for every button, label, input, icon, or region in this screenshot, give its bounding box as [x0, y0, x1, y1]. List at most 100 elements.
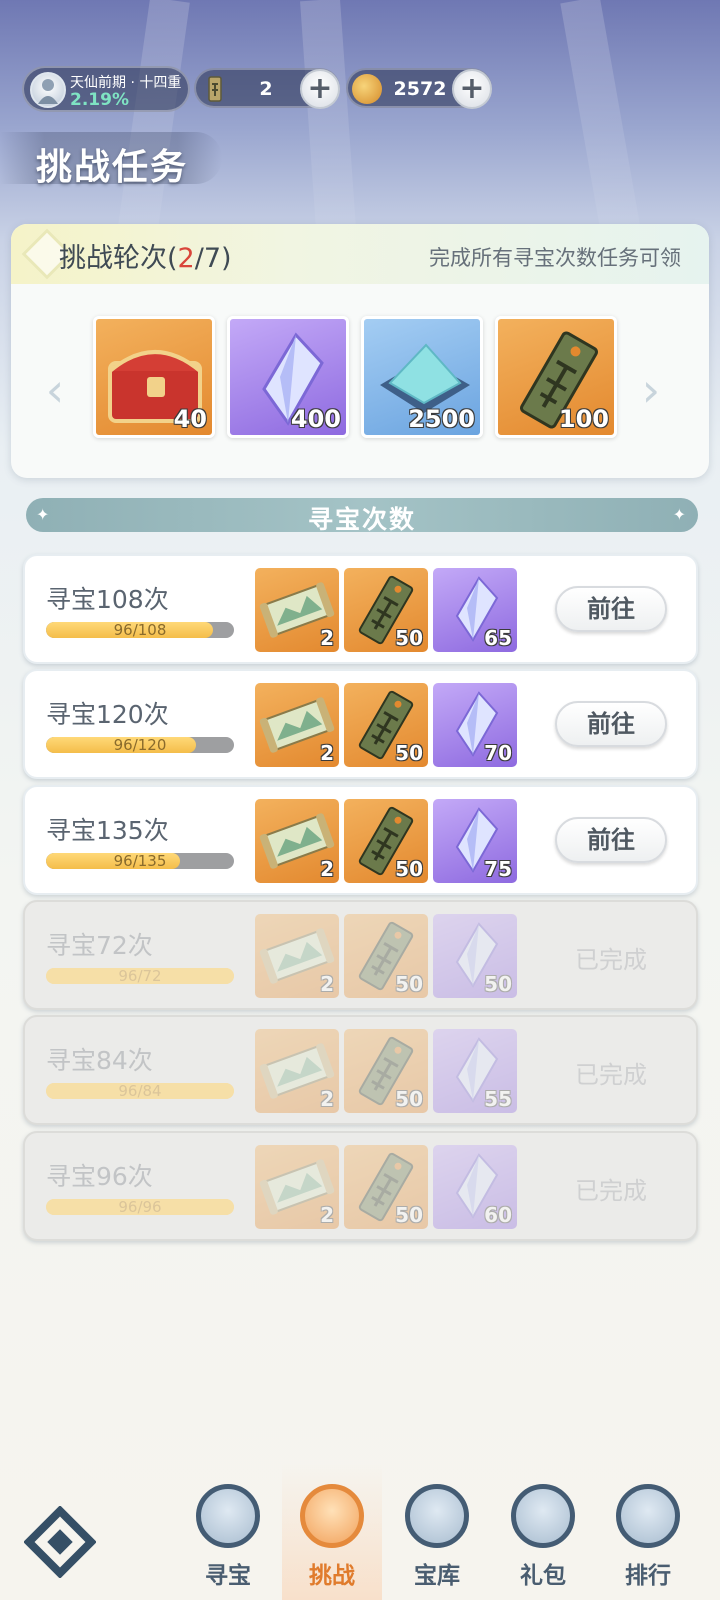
reward-count: 2: [320, 626, 334, 650]
go-button[interactable]: 前往: [555, 817, 667, 863]
token-icon: [200, 74, 230, 104]
nav-label: 寻宝: [205, 1563, 251, 1589]
progress-bar: 96/72: [46, 968, 234, 984]
menu-logo-icon[interactable]: [23, 1505, 97, 1579]
realm-badge[interactable]: 天仙前期 · 十四重 2.19%: [22, 66, 190, 112]
reward-count: 100: [558, 405, 609, 433]
reward-token[interactable]: 100: [495, 316, 617, 438]
task-row: 寻宝84次 96/84 2 50 55 已完成: [23, 1015, 698, 1125]
challenge-round-card: 挑战轮次(2/7) 完成所有寻宝次数任务可领 ‹ › 40 400 2500 1…: [11, 224, 709, 478]
avatar: [30, 72, 66, 108]
reward-count: 50: [395, 1203, 423, 1227]
task-row: 寻宝72次 96/72 2 50 50 已完成: [23, 900, 698, 1010]
reward-count: 50: [395, 626, 423, 650]
task-row: 寻宝108次 96/108 2 50 65 前往: [23, 554, 698, 664]
completed-label: 已完成: [575, 946, 647, 974]
reward-count: 2: [320, 972, 334, 996]
reward-scroll[interactable]: 2: [255, 568, 339, 652]
task-name: 寻宝72次: [46, 931, 153, 960]
reward-crystal[interactable]: 70: [433, 683, 517, 767]
realm-name: 天仙前期 · 十四重: [70, 75, 182, 91]
reward-count: 55: [484, 1087, 512, 1111]
reward-count: 2: [320, 1203, 334, 1227]
reward-crystal[interactable]: 55: [433, 1029, 517, 1113]
chevron-left-icon[interactable]: ‹: [35, 360, 75, 420]
round-header: 挑战轮次(2/7) 完成所有寻宝次数任务可领: [11, 224, 709, 284]
progress-text: 96/84: [118, 1083, 162, 1099]
task-name: 寻宝96次: [46, 1162, 153, 1191]
progress-bar: 96/135: [46, 853, 234, 869]
reward-scroll[interactable]: 2: [255, 914, 339, 998]
task-row: 寻宝120次 96/120 2 50 70 前往: [23, 669, 698, 779]
coin-resource: 2572 +: [346, 68, 492, 109]
reward-count: 50: [395, 741, 423, 765]
go-button[interactable]: 前往: [555, 701, 667, 747]
reward-crystal[interactable]: 75: [433, 799, 517, 883]
reward-scroll[interactable]: 2: [255, 1029, 339, 1113]
reward-count: 50: [395, 857, 423, 881]
reward-token[interactable]: 50: [344, 914, 428, 998]
reward-scroll[interactable]: 2: [255, 1145, 339, 1229]
section-header: ✦ 寻宝次数 ✦: [26, 498, 698, 534]
ranking-icon: [616, 1484, 680, 1548]
reward-scroll[interactable]: 2: [255, 683, 339, 767]
progress-text: 96/72: [118, 968, 162, 984]
reward-count: 50: [484, 972, 512, 996]
reward-count: 2: [320, 1087, 334, 1111]
reward-token[interactable]: 50: [344, 683, 428, 767]
reward-count: 65: [484, 626, 512, 650]
reward-count: 70: [484, 741, 512, 765]
section-title: 寻宝次数: [307, 505, 416, 534]
nav-label: 排行: [625, 1563, 671, 1589]
reward-crystal[interactable]: 65: [433, 568, 517, 652]
chevron-right-icon[interactable]: ›: [631, 360, 671, 420]
reward-jade-mound[interactable]: 2500: [361, 316, 483, 438]
vault-icon: [405, 1484, 469, 1548]
reward-token[interactable]: 50: [344, 568, 428, 652]
challenge-icon: [300, 1484, 364, 1548]
reward-chest[interactable]: 40: [93, 316, 215, 438]
go-button[interactable]: 前往: [555, 586, 667, 632]
reward-count: 60: [484, 1203, 512, 1227]
add-coin-button[interactable]: +: [452, 69, 492, 109]
reward-crystal[interactable]: 400: [227, 316, 349, 438]
task-name: 寻宝120次: [46, 700, 169, 729]
reward-count: 400: [290, 405, 341, 433]
progress-text: 96/120: [113, 737, 167, 753]
reward-token[interactable]: 50: [344, 799, 428, 883]
nav-label: 挑战: [309, 1563, 355, 1589]
reward-crystal[interactable]: 60: [433, 1145, 517, 1229]
progress-bar: 96/120: [46, 737, 234, 753]
reward-count: 50: [395, 1087, 423, 1111]
task-row: 寻宝135次 96/135 2 50 75 前往: [23, 785, 698, 895]
completed-label: 已完成: [575, 1177, 647, 1205]
reward-count: 2500: [408, 405, 475, 433]
nav-label: 礼包: [520, 1563, 566, 1589]
nav-item-gift-pack[interactable]: 礼包: [493, 1464, 593, 1600]
progress-text: 96/96: [118, 1199, 162, 1215]
bottom-nav: 寻宝 挑战 宝库 礼包 排行: [0, 1464, 720, 1600]
token-resource: 2 +: [194, 68, 340, 109]
nav-item-ranking[interactable]: 排行: [598, 1464, 698, 1600]
reward-crystal[interactable]: 50: [433, 914, 517, 998]
progress-bar: 96/84: [46, 1083, 234, 1099]
progress-text: 96/135: [113, 853, 167, 869]
reward-token[interactable]: 50: [344, 1145, 428, 1229]
progress-bar: 96/96: [46, 1199, 234, 1215]
token-count: 2: [259, 78, 273, 100]
treasure-hunt-icon: [196, 1484, 260, 1548]
reward-token[interactable]: 50: [344, 1029, 428, 1113]
nav-item-vault[interactable]: 宝库: [387, 1464, 487, 1600]
nav-item-treasure-hunt[interactable]: 寻宝: [178, 1464, 278, 1600]
nav-item-challenge[interactable]: 挑战: [282, 1464, 382, 1600]
task-row: 寻宝96次 96/96 2 50 60 已完成: [23, 1131, 698, 1241]
reward-scroll[interactable]: 2: [255, 799, 339, 883]
round-label: 挑战轮次(2/7): [59, 243, 232, 274]
top-status-bar: 天仙前期 · 十四重 2.19% 2 + 2572 +: [22, 66, 702, 112]
reward-count: 40: [173, 405, 207, 433]
reward-count: 2: [320, 857, 334, 881]
task-name: 寻宝135次: [46, 816, 169, 845]
add-token-button[interactable]: +: [300, 69, 340, 109]
realm-progress: 2.19%: [70, 90, 129, 110]
completed-label: 已完成: [575, 1061, 647, 1089]
